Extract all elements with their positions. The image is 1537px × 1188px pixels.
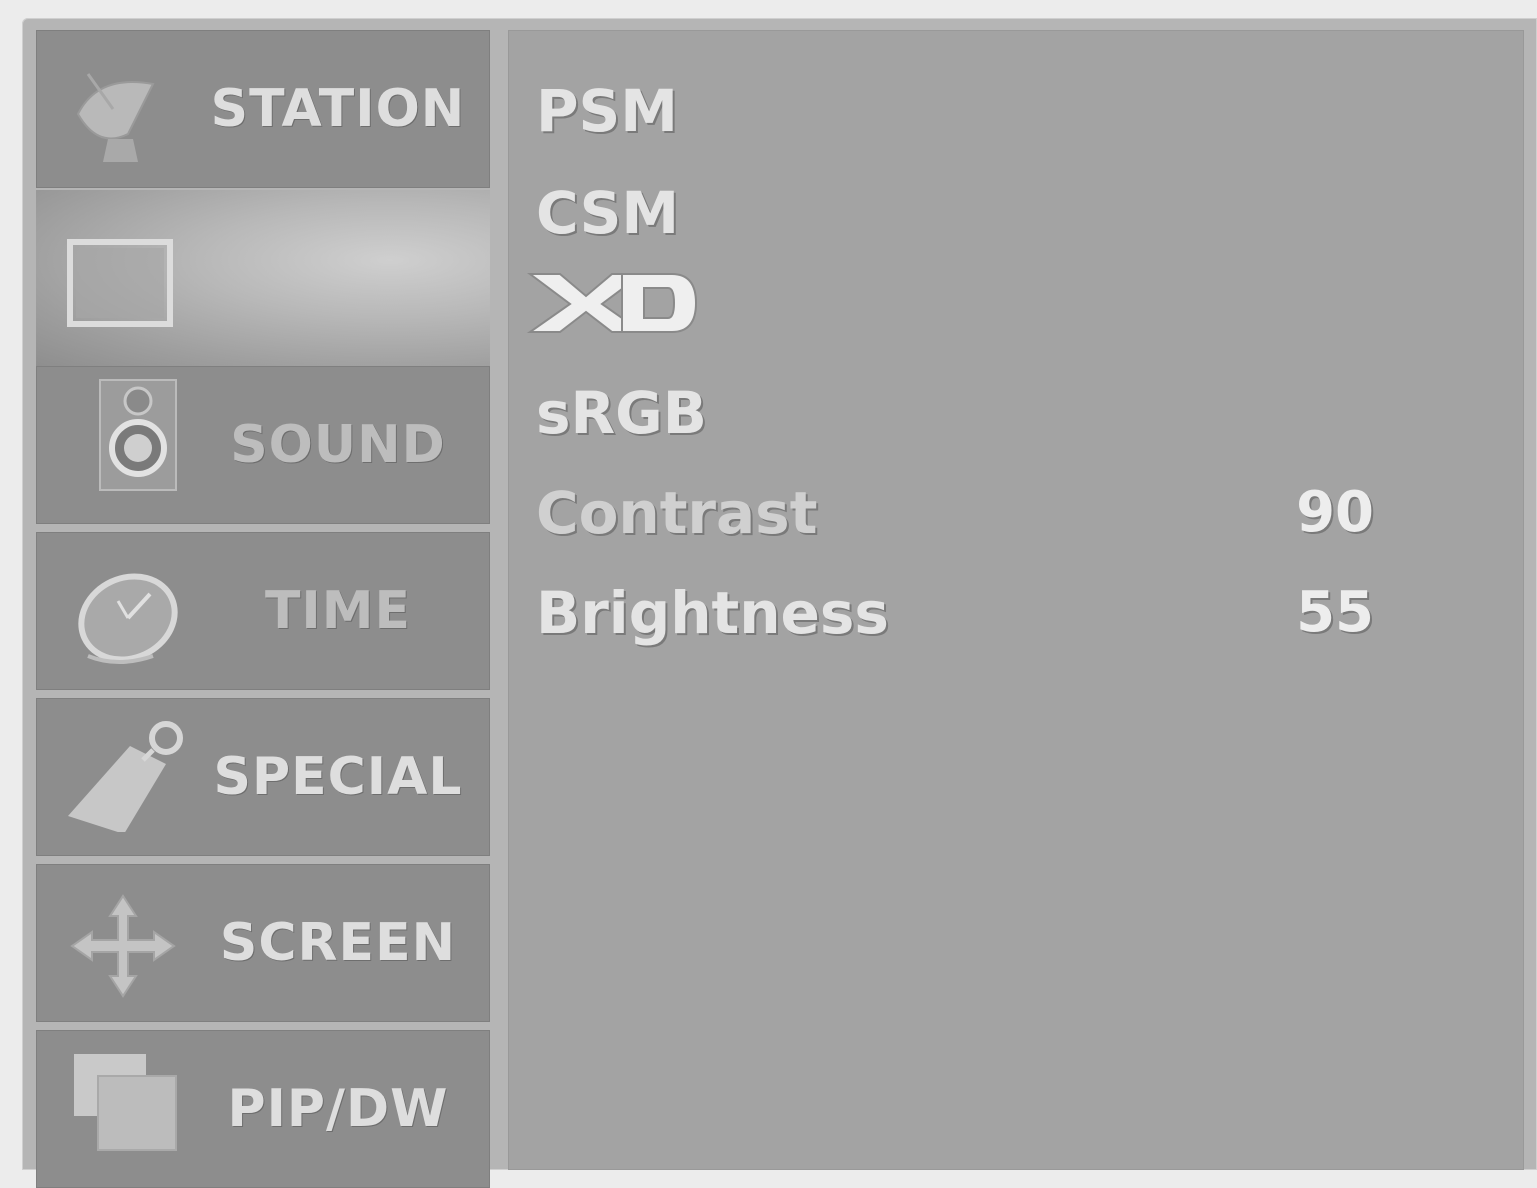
overlapping-windows-icon bbox=[74, 1054, 177, 1151]
menu-item-label: SCREEN bbox=[219, 913, 457, 973]
menu-item-special[interactable]: SPECIAL bbox=[36, 698, 490, 856]
main-menu: STATION SOUND TIME SPECIAL SCREEN PIP/DW bbox=[36, 30, 490, 1188]
satellite-dish-icon bbox=[76, 73, 155, 162]
contrast-value: 90 bbox=[1296, 480, 1374, 545]
clock-icon bbox=[78, 573, 178, 664]
option-csm[interactable]: CSM bbox=[536, 168, 679, 258]
option-xd[interactable] bbox=[526, 268, 702, 338]
menu-item-time[interactable]: TIME bbox=[36, 532, 490, 690]
option-brightness[interactable]: Brightness bbox=[536, 568, 889, 658]
menu-item-label bbox=[206, 190, 470, 348]
menu-item-label: SPECIAL bbox=[213, 747, 463, 807]
xd-logo-icon bbox=[526, 273, 698, 333]
brightness-value: 55 bbox=[1296, 580, 1374, 645]
menu-item-label: PIP/DW bbox=[227, 1079, 449, 1139]
menu-item-sound[interactable]: SOUND bbox=[36, 366, 490, 524]
menu-item-station[interactable]: STATION bbox=[36, 30, 490, 188]
menu-item-pip-dw[interactable]: PIP/DW bbox=[36, 1030, 490, 1188]
menu-item-picture[interactable] bbox=[36, 190, 490, 366]
menu-item-label: STATION bbox=[210, 79, 466, 139]
picture-screen-icon bbox=[67, 239, 173, 327]
menu-item-label: TIME bbox=[264, 581, 412, 641]
picture-settings-panel: PSM CSM sRGB Contrast 90 Brightness 55 bbox=[508, 30, 1524, 1170]
option-srgb[interactable]: sRGB bbox=[536, 368, 707, 458]
option-contrast[interactable]: Contrast bbox=[536, 468, 817, 558]
menu-item-label: SOUND bbox=[230, 415, 446, 475]
speaker-icon bbox=[99, 379, 177, 491]
move-arrows-icon bbox=[70, 894, 176, 998]
option-psm[interactable]: PSM bbox=[536, 66, 678, 156]
tag-icon bbox=[68, 721, 183, 832]
menu-item-screen[interactable]: SCREEN bbox=[36, 864, 490, 1022]
